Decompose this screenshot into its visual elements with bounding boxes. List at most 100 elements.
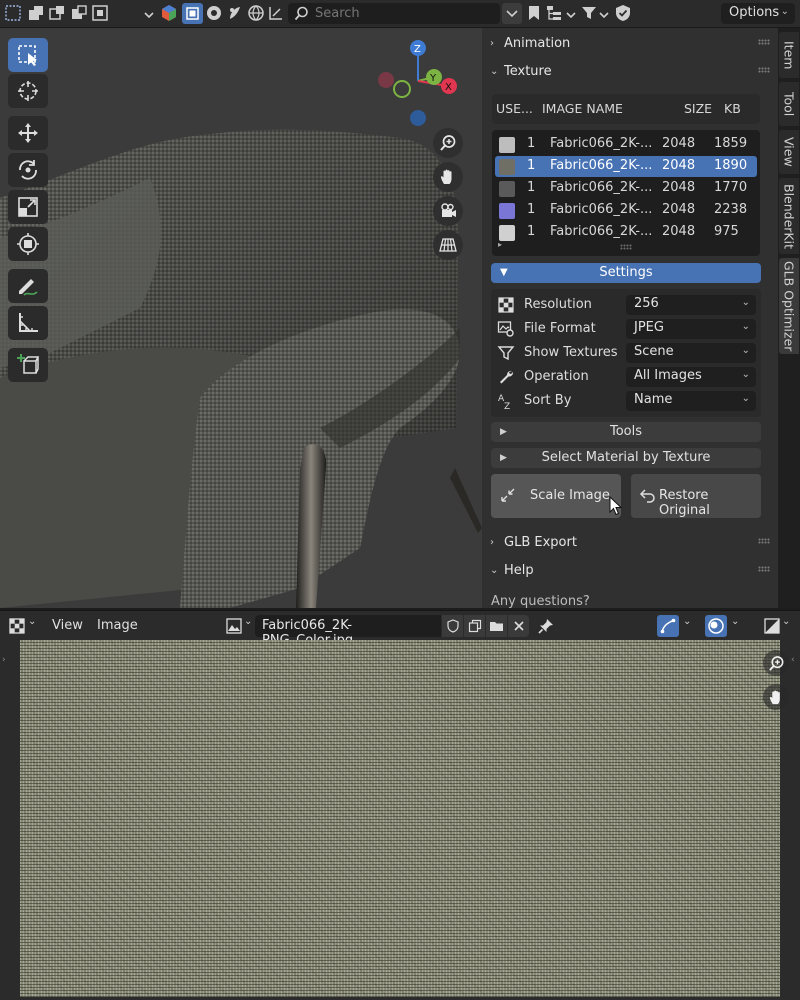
scale-image-button[interactable]: Scale Image [491,474,623,518]
settings-panel-header[interactable]: ▼ Settings [491,263,761,283]
col-users[interactable]: USE... [496,101,533,116]
help-section-header[interactable]: ⌄ Help [490,559,770,581]
search-field[interactable]: Search [288,3,500,24]
mode-subtract-icon[interactable] [70,4,88,22]
drag-grip-icon[interactable] [758,566,770,572]
wireframe-shading-icon[interactable] [205,4,223,22]
table-row-selected[interactable]: 1 Fabric066_2K-... 2048 1890 [495,156,757,177]
resolution-dropdown[interactable]: 256 ⌄ [626,295,756,315]
shading-options-icon[interactable] [267,4,285,22]
chevron-down-icon[interactable]: ⌄ [28,616,36,627]
move-tool[interactable] [8,116,48,150]
tab-glb-optimizer[interactable]: GLB Optimizer [779,258,799,354]
glb-export-section-header[interactable]: › GLB Export [490,531,770,553]
mode-new-icon[interactable] [27,4,45,22]
overlays-toggle-button[interactable] [705,615,727,637]
texture-section-header[interactable]: ⌄ Texture [490,60,770,82]
texture-thumbnail [499,203,515,219]
drag-grip-icon[interactable] [758,67,770,73]
image-browse-icon[interactable] [225,617,243,635]
solid-shading-button[interactable] [182,3,203,24]
material-shading-icon[interactable] [226,4,244,22]
funnel-filter-icon[interactable] [580,4,598,22]
pin-icon[interactable] [537,617,555,635]
navigation-gizmo[interactable]: Z Y X [372,34,462,134]
zoom-icon [440,135,456,151]
row-kb: 2238 [714,202,748,217]
animation-section-header[interactable]: › Animation [490,32,770,54]
zoom-button[interactable] [433,128,463,158]
image-editor-header: ⌄ View Image ⌄ Fabric066_2K-PNG_Color.jp… [0,610,800,648]
mode-extend-icon[interactable] [48,4,66,22]
object-types-icon[interactable] [160,4,178,22]
unlink-image-button[interactable] [508,615,529,637]
chevron-down-icon[interactable]: ⌄ [782,616,790,627]
image-name-field[interactable]: Fabric066_2K-PNG_Color.jpg [255,615,441,648]
bookmark-icon[interactable] [525,4,543,22]
chevron-down-icon [506,10,518,18]
resolution-value: 256 [634,296,659,311]
menu-image[interactable]: Image [97,618,138,633]
chevron-down-icon[interactable] [142,6,156,24]
toolbar-expand-arrow-icon[interactable]: › [2,655,6,665]
fake-user-button[interactable] [442,615,463,637]
table-row[interactable]: 1 Fabric066_2K-... 2048 975 [495,222,757,243]
resize-grip-icon[interactable] [620,244,632,250]
tab-item[interactable]: Item [779,32,799,78]
chevron-down-icon[interactable]: ⌄ [731,616,739,627]
menu-view[interactable]: View [52,618,83,633]
col-size[interactable]: SIZE [684,101,712,116]
image-pan-button[interactable] [763,684,789,710]
tab-view[interactable]: View [779,130,799,174]
file-format-dropdown[interactable]: JPEG ⌄ [626,319,756,339]
chevron-down-icon[interactable] [565,6,577,24]
options-dropdown[interactable]: Options ⌄ [721,3,795,24]
chevron-down-icon[interactable]: ⌄ [683,616,691,627]
chevron-down-icon[interactable] [598,6,610,24]
add-cube-tool[interactable] [8,348,48,382]
snap-toggle-button[interactable] [657,615,679,637]
select-box-tool[interactable] [8,38,48,72]
editor-type-icon[interactable] [8,617,26,635]
tab-tool[interactable]: Tool [779,82,799,126]
rotate-tool[interactable] [8,153,48,187]
scale-tool[interactable] [8,190,48,224]
filter-dropdown-button[interactable] [502,3,522,24]
expand-list-icon[interactable]: ▸ [498,240,502,249]
col-image-name[interactable]: IMAGE NAME [542,101,623,116]
operation-value: All Images [634,368,702,383]
table-row[interactable]: 1 Fabric066_2K-... 2048 2238 [495,200,757,221]
perspective-toggle-button[interactable] [433,230,463,260]
shield-check-icon[interactable] [614,4,632,22]
display-channels-icon[interactable] [763,617,781,635]
select-material-subpanel-header[interactable]: ▶ Select Material by Texture [491,448,761,468]
image-zoom-button[interactable] [763,650,789,676]
restore-original-button[interactable]: Restore Original [631,474,761,518]
drag-grip-icon[interactable] [758,39,770,45]
hierarchy-icon[interactable] [545,4,563,22]
tools-subpanel-header[interactable]: ▶ Tools [491,422,761,442]
pan-button[interactable] [433,162,463,192]
sort-by-dropdown[interactable]: Name ⌄ [626,391,756,411]
transform-tool[interactable] [8,227,48,261]
sidebar-expand-arrow-icon[interactable]: ‹ [791,655,795,665]
table-row[interactable]: 1 Fabric066_2K-... 2048 1859 [495,134,757,155]
restore-original-label: Restore Original [659,488,710,518]
tab-blenderkit[interactable]: BlenderKit [779,178,799,254]
operation-dropdown[interactable]: All Images ⌄ [626,367,756,387]
measure-tool[interactable] [8,306,48,340]
duplicate-image-button[interactable] [464,615,485,637]
cursor-tool[interactable] [8,74,48,108]
col-kb[interactable]: KB [724,101,741,116]
camera-view-button[interactable] [433,196,463,226]
mode-invert-icon[interactable] [91,4,109,22]
3d-viewport[interactable]: Z Y X [0,28,482,608]
open-image-button[interactable] [486,615,507,637]
drag-grip-icon[interactable] [758,538,770,544]
rendered-shading-icon[interactable] [247,4,265,22]
select-box-icon[interactable] [4,4,22,22]
annotate-tool[interactable] [8,269,48,303]
show-textures-dropdown[interactable]: Scene ⌄ [626,343,756,363]
table-row[interactable]: 1 Fabric066_2K-... 2048 1770 [495,178,757,199]
chevron-down-icon[interactable]: ⌄ [244,616,252,627]
